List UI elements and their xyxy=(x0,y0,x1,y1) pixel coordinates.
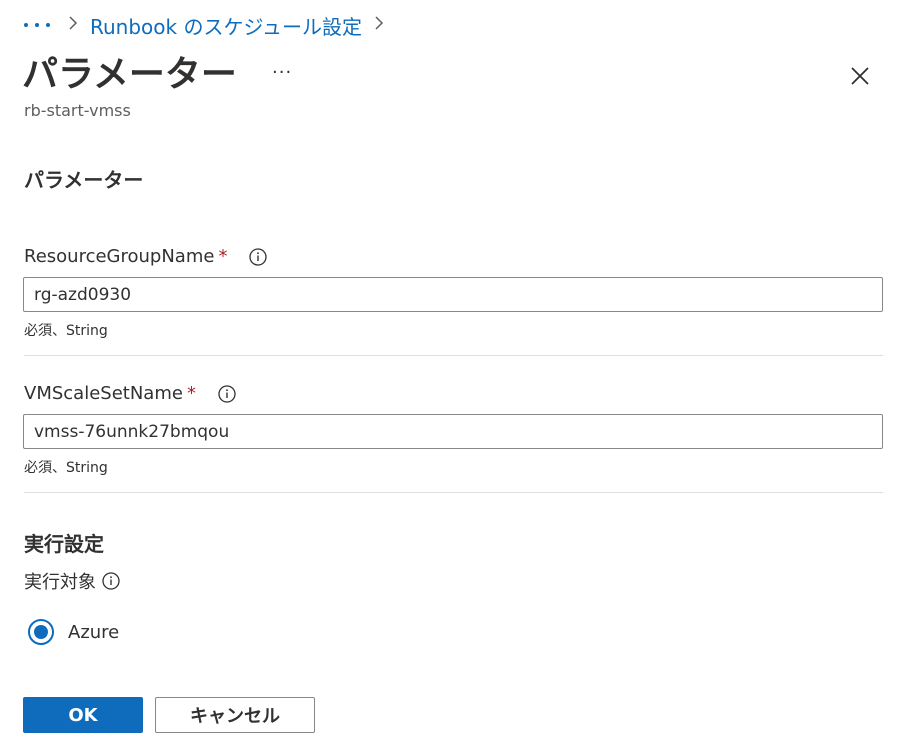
breadcrumb: Runbook のスケジュール設定 xyxy=(24,10,396,40)
breadcrumb-more-icon[interactable] xyxy=(24,23,50,27)
required-marker: * xyxy=(218,246,228,267)
info-icon[interactable] xyxy=(249,247,268,266)
required-marker: * xyxy=(186,383,196,404)
resource-group-name-label: ResourceGroupName * xyxy=(24,246,268,267)
field-label-text: ResourceGroupName xyxy=(24,246,215,267)
divider xyxy=(24,492,883,493)
vm-scale-set-name-hint: 必須、String xyxy=(24,460,108,476)
close-icon[interactable] xyxy=(846,62,874,90)
breadcrumb-link-runbook-schedule[interactable]: Runbook のスケジュール設定 xyxy=(90,11,362,40)
vm-scale-set-name-input[interactable] xyxy=(23,414,883,449)
divider xyxy=(24,355,883,356)
info-icon[interactable] xyxy=(218,384,236,403)
run-on-label: 実行対象 xyxy=(24,568,120,594)
radio-selected-dot xyxy=(34,625,48,639)
run-settings-heading: 実行設定 xyxy=(24,532,104,556)
chevron-right-icon xyxy=(68,15,78,36)
page-title: パラメーター xyxy=(22,54,237,95)
info-icon[interactable] xyxy=(102,572,120,590)
resource-group-name-input[interactable] xyxy=(23,277,883,312)
cancel-button[interactable]: キャンセル xyxy=(155,697,315,733)
ok-button[interactable]: OK xyxy=(23,697,143,733)
field-label-text: VMScaleSetName xyxy=(24,383,183,404)
radio-label: Azure xyxy=(68,621,120,643)
chevron-right-icon xyxy=(374,15,384,36)
vm-scale-set-name-label: VMScaleSetName * xyxy=(24,383,236,404)
more-options-icon[interactable]: ··· xyxy=(272,62,292,83)
page-subtitle: rb-start-vmss xyxy=(24,101,131,120)
radio-option-azure[interactable]: Azure xyxy=(28,619,119,645)
resource-group-name-hint: 必須、String xyxy=(24,323,108,339)
parameters-panel: Runbook のスケジュール設定 パラメーター ··· rb-start-vm… xyxy=(0,0,906,749)
run-on-label-text: 実行対象 xyxy=(24,572,96,593)
parameters-section-heading: パラメーター xyxy=(24,168,144,192)
radio-button[interactable] xyxy=(28,619,54,645)
